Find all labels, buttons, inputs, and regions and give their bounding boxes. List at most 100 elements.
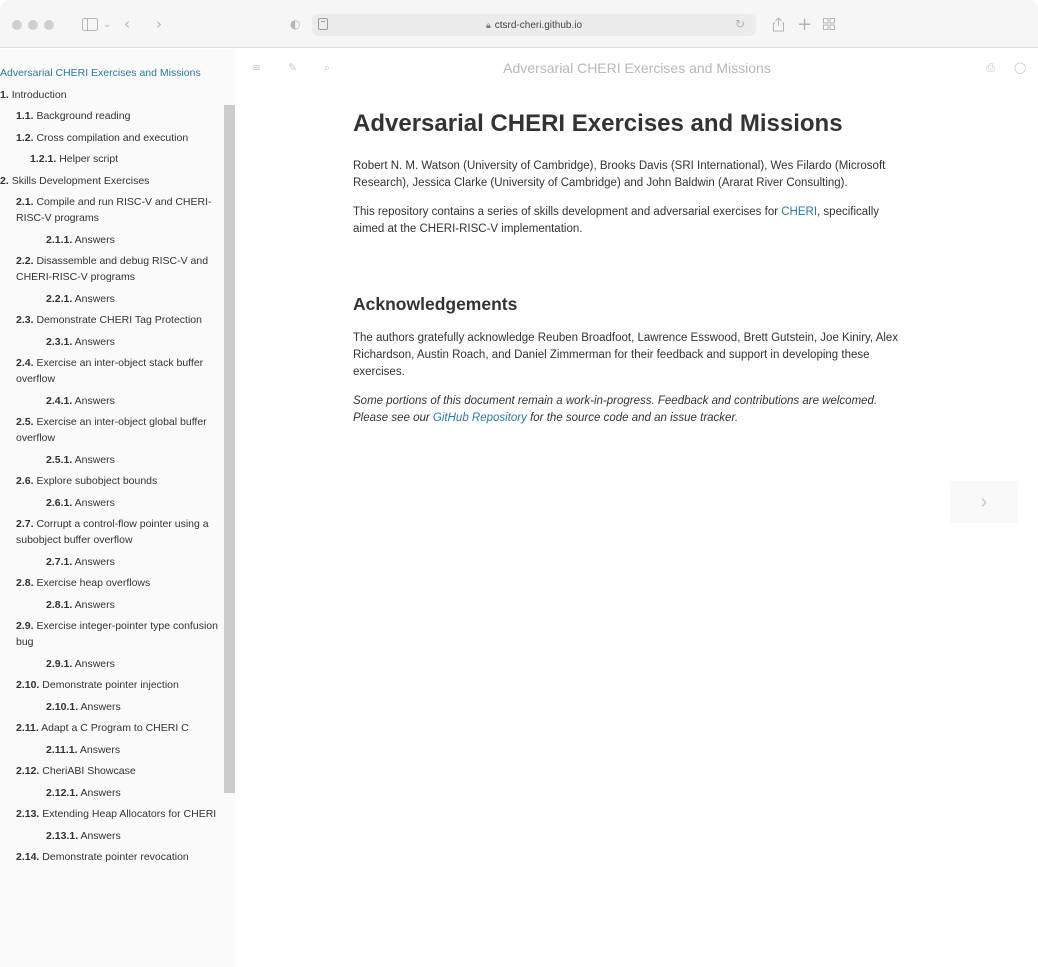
toc-item-number: 2.7. [16,518,34,530]
toc-item-label: Exercise heap overflows [36,577,151,589]
authors-paragraph: Robert N. M. Watson (University of Cambr… [353,160,886,189]
share-icon[interactable] [772,13,785,35]
toc-item[interactable]: 2.10. Demonstrate pointer injection [0,677,224,693]
toc-item-number: 2.13.1. [46,829,79,842]
toc-item[interactable]: 2.14. Demonstrate pointer revocation [0,849,224,865]
toc-item[interactable]: 2.10.1. Answers [0,699,224,715]
sidebar-icon[interactable] [82,13,98,35]
next-chapter-button[interactable]: › [950,481,1018,523]
toc-item-label: Adversarial CHERI Exercises and Missions [0,67,201,79]
toc-item[interactable]: 2.3. Demonstrate CHERI Tag Protection [0,312,224,328]
toc-item-label: Exercise an inter-object stack buffer ov… [16,357,204,385]
toc-item-number: 1.2. [16,131,34,144]
chevron-down-icon[interactable]: ⌄ [103,13,111,35]
toc-item[interactable]: 2.11. Adapt a C Program to CHERI C [0,720,224,736]
note-paragraph: Some portions of this document remain a … [353,393,913,427]
browser-toolbar: ⌄ ‹ › ◐ 🔒︎ ctsrd-cheri.github.io ↻ + [0,0,1038,48]
sidebar-scrollbar[interactable] [224,105,235,793]
plus-icon[interactable]: + [797,13,812,35]
toc-item[interactable]: 2.12. CheriABI Showcase [0,763,224,779]
minimize-window-button[interactable] [28,20,38,30]
toc-list: Adversarial CHERI Exercises and Missions… [0,49,224,865]
main-content: Adversarial CHERI Exercises and Missions… [353,110,913,439]
reload-icon[interactable]: ↻ [735,13,745,35]
toc-item-label: Answers [74,292,115,305]
intro-text-before: This repository contains a series of ski… [353,206,782,218]
toc-item[interactable]: 2.3.1. Answers [0,334,224,350]
toc-item-label: Background reading [36,110,131,122]
toc-item[interactable]: 2.9. Exercise integer-pointer type confu… [0,618,224,650]
toc-item-label: Disassemble and debug RISC-V and CHERI-R… [16,255,209,283]
toc-item-number: 2.11. [16,722,39,734]
toc-item[interactable]: 2.1. Compile and run RISC-V and CHERI-RI… [0,194,224,226]
toc-item[interactable]: 2.2.1. Answers [0,291,224,307]
tab-overview-icon[interactable] [823,13,835,35]
close-window-button[interactable] [12,20,22,30]
page-menu-icon[interactable] [318,18,328,30]
toc-item-label: Answers [80,700,121,713]
toc-item[interactable]: 2. Skills Development Exercises [0,173,224,189]
page-title: Adversarial CHERI Exercises and Missions [353,110,843,137]
toc-item-number: 2.1. [16,196,34,208]
print-icon[interactable]: ⎙ [986,61,995,75]
toc-item-label: Demonstrate pointer injection [42,679,179,691]
acknowledgements-heading: Acknowledgements [353,294,518,314]
toc-item[interactable]: 2.6. Explore subobject bounds [0,473,224,489]
toc-item-label: Adapt a C Program to CHERI C [41,722,189,734]
toc-item[interactable]: 1.2. Cross compilation and execution [0,130,224,146]
toc-item-number: 2.11.1. [46,743,78,756]
toc-item-number: 2.2.1. [46,292,73,305]
toc-item[interactable]: 2.13.1. Answers [0,828,224,844]
toc-item-number: 2.6.1. [46,496,73,509]
toc-item-label: Answers [74,598,115,611]
toc-item-label: Explore subobject bounds [36,475,158,487]
toc-item[interactable]: 1.1. Background reading [0,108,224,124]
toc-item-label: Corrupt a control-flow pointer using a s… [16,518,209,546]
forward-icon[interactable]: › [156,13,162,35]
toc-item-number: 2.4.1. [46,394,73,407]
back-icon[interactable]: ‹ [124,13,130,35]
toc-item-label: Answers [80,786,121,799]
toc-item[interactable]: 2.2. Disassemble and debug RISC-V and CH… [0,253,224,285]
toc-item[interactable]: 2.9.1. Answers [0,656,224,672]
toc-item[interactable]: 2.7. Corrupt a control-flow pointer usin… [0,516,224,548]
toc-item[interactable]: 2.8.1. Answers [0,597,224,613]
cheri-link[interactable]: CHERI [781,206,817,218]
toc-item-label: Demonstrate pointer revocation [42,851,189,863]
toc-item[interactable]: 2.5.1. Answers [0,452,224,468]
toc-item[interactable]: 2.13. Extending Heap Allocators for CHER… [0,806,224,822]
toc-item[interactable]: 2.1.1. Answers [0,232,224,248]
toc-item-number: 2.12. [16,765,40,777]
toc-item[interactable]: 1.2.1. Helper script [0,151,224,167]
toc-item[interactable]: 2.8. Exercise heap overflows [0,575,224,591]
toc-item-number: 2.3.1. [46,335,73,348]
toc-item-number: 2.10.1. [46,700,79,713]
toc-item-label: Skills Development Exercises [11,174,150,187]
toc-item-number: 2.13. [16,808,40,820]
toc-item-number: 2.10. [16,679,40,691]
toc-item[interactable]: 2.7.1. Answers [0,554,224,570]
github-repository-link[interactable]: GitHub Repository [433,412,527,424]
lock-icon: 🔒︎ [485,19,491,30]
toc-item[interactable]: 2.4.1. Answers [0,393,224,409]
note-text-after: for the source code and an issue tracker… [526,412,739,424]
toc-item-number: 2.5. [16,416,34,428]
toc-item[interactable]: 2.11.1. Answers [0,742,224,758]
toc-item[interactable]: 2.12.1. Answers [0,785,224,801]
toc-item-label: Answers [74,335,115,348]
address-bar[interactable]: 🔒︎ ctsrd-cheri.github.io [312,14,756,36]
toc-item-number: 2.14. [16,851,40,863]
toc-item[interactable]: 2.5. Exercise an inter-object global buf… [0,414,224,446]
toc-item-label: Cross compilation and execution [36,131,189,144]
github-icon[interactable]: ◯ [1014,61,1026,74]
toc-item-number: 2.5.1. [46,453,73,466]
toc-item-number: 1. [0,88,9,101]
toc-item[interactable]: 1. Introduction [0,87,224,103]
privacy-shield-icon[interactable]: ◐ [290,13,300,35]
toc-item[interactable]: 2.6.1. Answers [0,495,224,511]
toc-item-number: 2.4. [16,357,34,369]
toc-item[interactable]: 2.4. Exercise an inter-object stack buff… [0,355,224,387]
toc-item-label: Demonstrate CHERI Tag Protection [36,314,202,326]
zoom-window-button[interactable] [44,20,54,30]
toc-item[interactable]: Adversarial CHERI Exercises and Missions [0,65,224,81]
